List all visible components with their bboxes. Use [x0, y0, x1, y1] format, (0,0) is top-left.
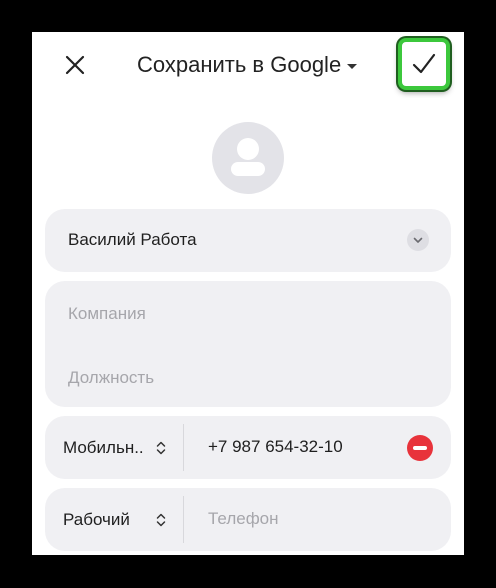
name-field[interactable]: Василий Работа: [45, 209, 451, 272]
expand-name-button[interactable]: [407, 229, 429, 251]
company-section: Компания Должность: [45, 281, 451, 407]
close-icon: [65, 55, 85, 75]
phone-type-select[interactable]: Мобильн..: [63, 416, 181, 479]
chevron-down-icon: [413, 237, 423, 243]
phone-input[interactable]: +7 987 654-32-10: [208, 437, 343, 457]
remove-phone-button[interactable]: [407, 435, 433, 461]
name-value: Василий Работа: [68, 230, 197, 249]
phone-input[interactable]: Телефон: [208, 509, 279, 529]
account-selector[interactable]: Сохранить в Google: [137, 50, 358, 80]
unfold-icon: [156, 513, 166, 526]
phone-type-select[interactable]: Рабочий: [63, 488, 181, 551]
remove-circle-icon: [413, 446, 427, 450]
phone-type-label: Мобильн..: [63, 437, 144, 457]
divider: [183, 424, 184, 471]
position-field[interactable]: Должность: [68, 368, 154, 388]
close-button[interactable]: [58, 48, 92, 82]
save-button[interactable]: [398, 38, 450, 90]
phone-row: Мобильн.. +7 987 654-32-10: [45, 416, 451, 479]
edit-contact-screen: Сохранить в Google Василий Работа Компан…: [32, 32, 464, 555]
phone-row: Рабочий Телефон: [45, 488, 451, 551]
phone-type-label: Рабочий: [63, 509, 130, 529]
page-title: Сохранить в Google: [137, 52, 342, 77]
dropdown-caret-icon: [347, 63, 358, 69]
company-field[interactable]: Компания: [68, 304, 146, 324]
unfold-icon: [156, 441, 166, 454]
checkmark-icon: [412, 53, 436, 74]
divider: [183, 496, 184, 543]
contact-photo[interactable]: [212, 122, 284, 194]
